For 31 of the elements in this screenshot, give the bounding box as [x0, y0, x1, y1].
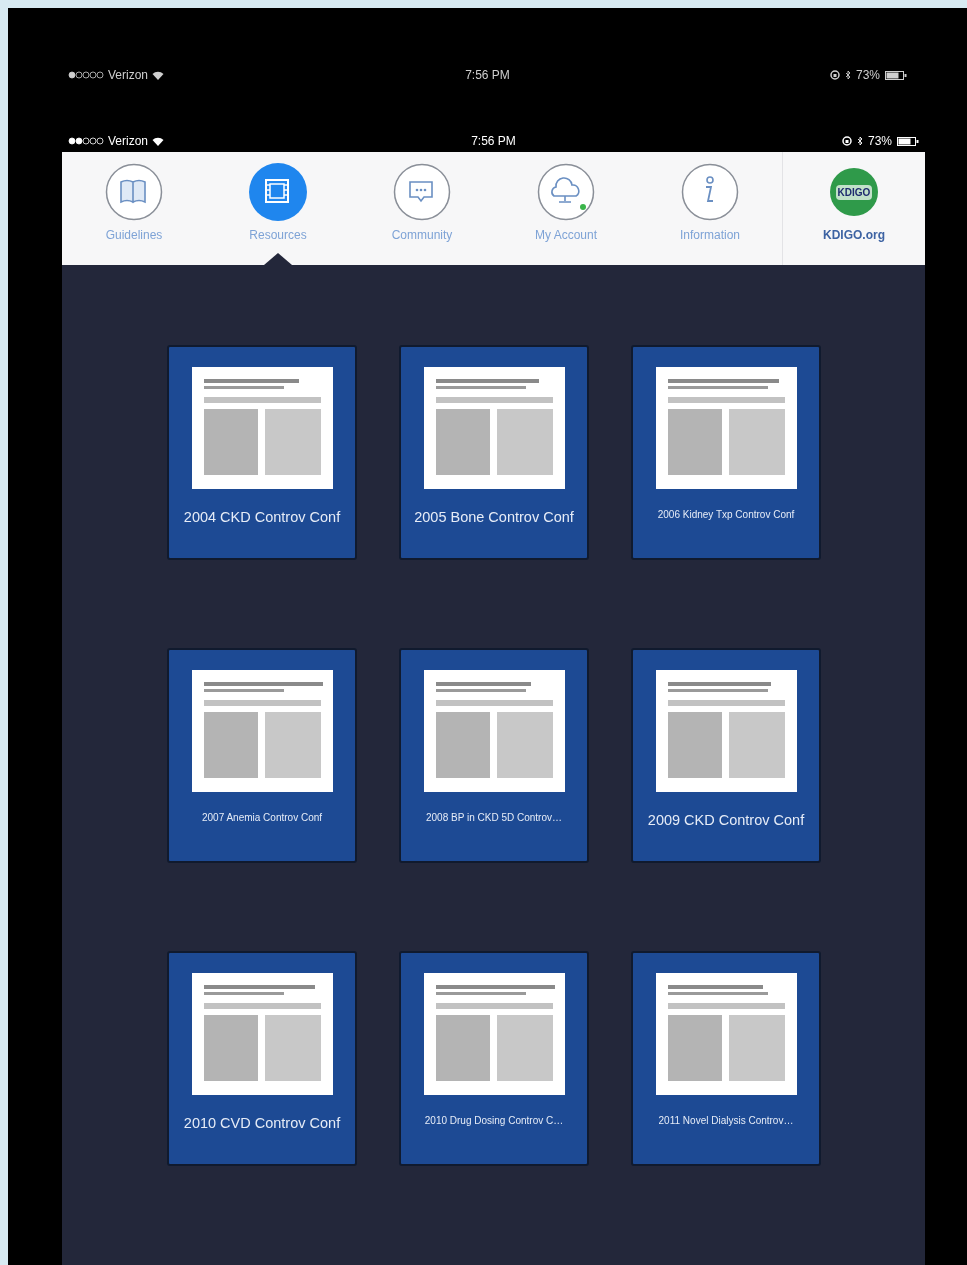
carrier-name: Verizon — [108, 67, 149, 84]
document-card[interactable]: 2009 CKD Controv Conf — [631, 648, 821, 863]
document-card[interactable]: 2010 Drug Dosing Controv C… — [399, 951, 589, 1166]
battery-icon — [897, 136, 919, 146]
clock-time: 7:56 PM — [471, 134, 516, 148]
film-icon — [249, 163, 307, 221]
signal-icon — [68, 71, 104, 79]
document-card[interactable]: 2005 Bone Controv Conf — [399, 345, 589, 560]
lock-rotation-icon — [842, 136, 852, 146]
document-card[interactable]: 2011 Novel Dialysis Controv… — [631, 951, 821, 1166]
chat-icon — [393, 163, 451, 221]
wifi-icon — [152, 136, 165, 146]
wifi-icon — [152, 70, 165, 80]
document-card[interactable]: 2008 BP in CKD 5D Controv… — [399, 648, 589, 863]
bluetooth-icon — [857, 136, 863, 146]
document-card[interactable]: 2010 CVD Controv Conf — [167, 951, 357, 1166]
carrier-name: Verizon — [108, 133, 149, 150]
document-card[interactable]: 2006 Kidney Txp Controv Conf — [631, 345, 821, 560]
book-icon — [105, 163, 163, 221]
bluetooth-icon — [845, 70, 851, 80]
clock-time: 7:56 PM — [465, 68, 510, 82]
lock-rotation-icon — [830, 70, 840, 80]
document-card[interactable]: 2007 Anemia Controv Conf — [167, 648, 357, 863]
signal-icon — [68, 137, 104, 145]
document-card[interactable]: 2004 CKD Controv Conf — [167, 345, 357, 560]
battery-icon — [885, 70, 907, 80]
battery-percent: 73% — [868, 133, 892, 150]
info-icon — [681, 163, 739, 221]
cloud-icon — [537, 163, 595, 221]
battery-percent: 73% — [856, 67, 880, 84]
tab[interactable]: KDIGO KDIGO.org — [782, 152, 925, 265]
